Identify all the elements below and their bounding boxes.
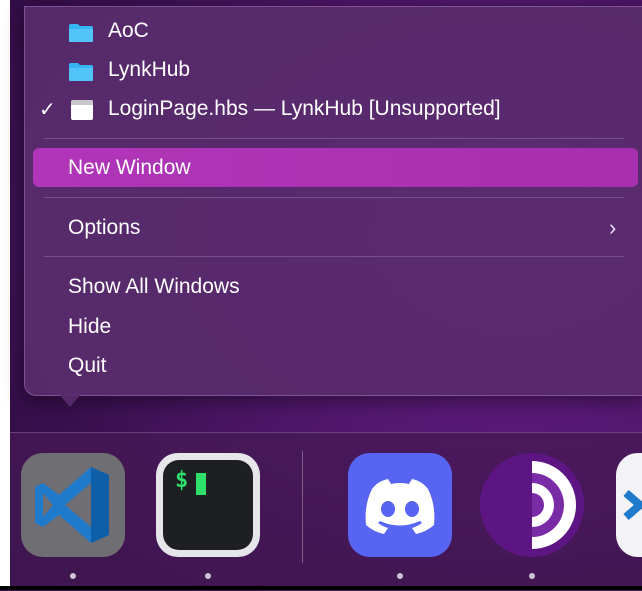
menu-item-hide[interactable]: Hide [25, 309, 642, 345]
screen-edge [0, 0, 10, 590]
screen-bottom-edge [0, 586, 642, 590]
dock-context-menu: AoC LynkHub ✓ LoginPage.hbs — LynkHub [U… [24, 6, 642, 396]
terminal-icon[interactable]: $ [156, 453, 260, 557]
tor-icon[interactable] [480, 453, 584, 557]
menu-item-new-window[interactable]: New Window [25, 150, 642, 186]
folder-icon [69, 63, 93, 81]
discord-icon[interactable] [348, 453, 452, 557]
running-indicator [205, 573, 211, 579]
running-indicator [70, 573, 76, 579]
dock-divider [302, 451, 303, 563]
terminal-screen: $ [163, 460, 253, 550]
dock: $ [10, 432, 642, 591]
window-label: LoginPage.hbs — LynkHub [Unsupported] [108, 97, 501, 120]
menu-item-label: Show All Windows [68, 275, 240, 298]
vscode-logo [35, 467, 109, 543]
document-icon [71, 100, 93, 120]
folder-icon [69, 24, 93, 42]
menu-item-label: Quit [68, 354, 107, 377]
menu-item-show-all-windows[interactable]: Show All Windows [25, 269, 642, 305]
checkmark-icon: ✓ [39, 99, 56, 121]
menu-separator [44, 138, 624, 139]
window-label: AoC [108, 19, 149, 42]
app-icon[interactable] [616, 453, 642, 557]
menu-item-label: Hide [68, 315, 112, 338]
discord-logo [365, 479, 435, 534]
menu-item-label: New Window [68, 156, 191, 179]
menu-item-window-lynkhub[interactable]: LynkHub [25, 52, 642, 88]
vscode-icon[interactable] [21, 453, 125, 557]
menu-item-window-aoc[interactable]: AoC [25, 13, 642, 49]
menu-separator [44, 197, 624, 198]
running-indicator [529, 573, 535, 579]
tor-logo [480, 453, 584, 557]
app-logo [623, 489, 642, 521]
terminal-cursor [196, 473, 206, 495]
terminal-prompt: $ [175, 468, 189, 493]
chevron-right-icon: › [609, 215, 617, 240]
menu-separator [44, 256, 624, 257]
running-indicator [397, 573, 403, 579]
menu-pointer-arrow [58, 393, 82, 407]
menu-item-quit[interactable]: Quit [25, 348, 642, 384]
menu-item-label: Options [68, 216, 141, 239]
window-label: LynkHub [108, 58, 191, 81]
menu-item-window-loginpage[interactable]: ✓ LoginPage.hbs — LynkHub [Unsupported] [25, 91, 642, 127]
menu-item-options[interactable]: Options › [25, 210, 642, 246]
